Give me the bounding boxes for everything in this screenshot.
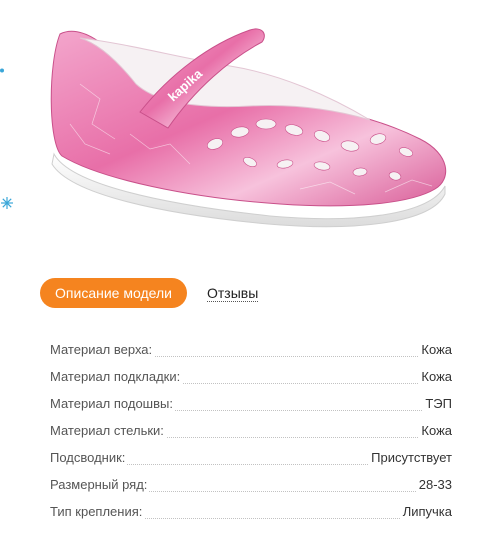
spec-value: Кожа — [419, 369, 452, 385]
spec-label: Материал подкладки: — [50, 369, 183, 385]
spec-label: Материал верха: — [50, 342, 155, 358]
snow-dot-icon — [0, 68, 4, 73]
spec-label: Подсводник: — [50, 450, 128, 466]
spec-row: Материал стельки: Кожа — [50, 419, 452, 446]
spec-label: Материал стельки: — [50, 423, 166, 439]
product-image[interactable]: kapika — [40, 4, 460, 229]
spec-row: Тип крепления: Липучка — [50, 500, 452, 527]
spec-value: 28-33 — [416, 477, 452, 493]
spec-value: Липучка — [400, 504, 452, 520]
specs-table: Материал верха: Кожа Материал подкладки:… — [50, 338, 452, 527]
spec-label: Размерный ряд: — [50, 477, 150, 493]
spec-value: Кожа — [419, 342, 452, 358]
tab-reviews[interactable]: Отзывы — [207, 285, 259, 302]
spec-row: Материал верха: Кожа — [50, 338, 452, 365]
spec-label: Материал подошвы: — [50, 396, 175, 412]
spec-row: Материал подошвы: ТЭП — [50, 392, 452, 419]
spec-label: Тип крепления: — [50, 504, 145, 520]
spec-row: Материал подкладки: Кожа — [50, 365, 452, 392]
spec-row: Размерный ряд: 28-33 — [50, 473, 452, 500]
spec-row: Подсводник: Присутствует — [50, 446, 452, 473]
spec-value: Присутствует — [369, 450, 452, 466]
spec-value: Кожа — [419, 423, 452, 439]
snowflake-icon — [1, 197, 13, 209]
spec-value: ТЭП — [423, 396, 452, 412]
product-image-area: kapika — [0, 0, 503, 250]
tab-description[interactable]: Описание модели — [40, 278, 187, 308]
